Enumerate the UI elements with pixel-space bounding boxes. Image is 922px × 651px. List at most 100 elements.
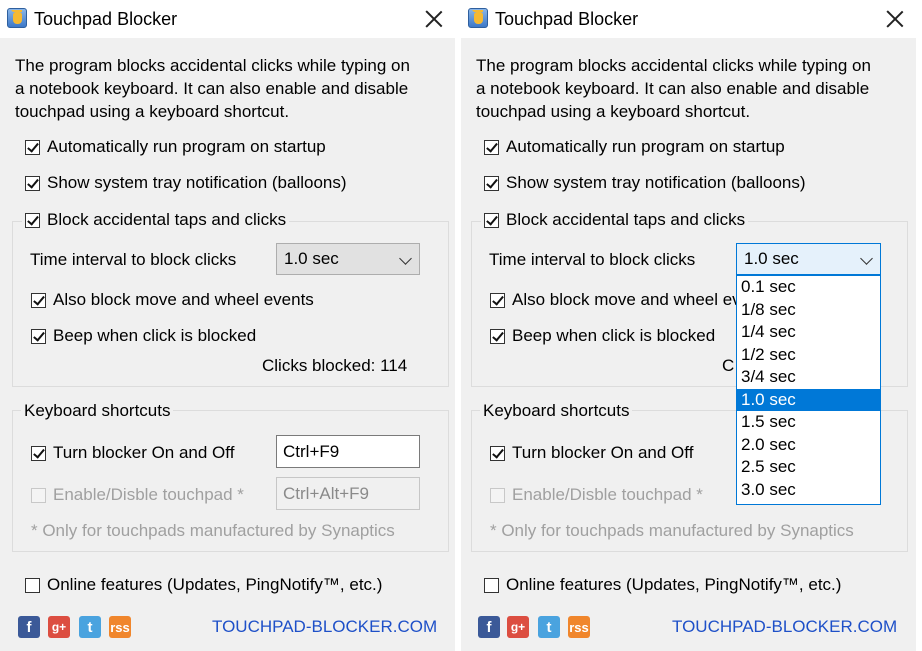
beep-label: Beep when click is blocked: [53, 326, 257, 345]
tray-notification-checkbox[interactable]: Show system tray notification (balloons): [25, 172, 347, 194]
time-interval-select[interactable]: 1.0 sec: [736, 243, 881, 275]
description-line: touchpad using a keyboard shortcut.: [15, 102, 290, 121]
twitter-icon[interactable]: t: [79, 616, 101, 638]
toggle-shortcut-input[interactable]: Ctrl+F9: [276, 435, 420, 468]
website-link[interactable]: TOUCHPAD-BLOCKER.COM: [212, 617, 437, 637]
checkmark-icon: [490, 292, 505, 308]
touchpad-blocker-window-dropdown-open: Touchpad Blocker The program blocks acci…: [461, 0, 916, 651]
checkmark-icon: [484, 212, 499, 228]
dropdown-option[interactable]: 2.0 sec: [737, 434, 880, 457]
shortcuts-group-label: Keyboard shortcuts: [21, 401, 174, 421]
toggle-shortcut-value: Ctrl+F9: [283, 441, 340, 461]
dropdown-option[interactable]: 1.5 sec: [737, 411, 880, 434]
tray-notification-label: Show system tray notification (balloons): [47, 173, 347, 192]
time-interval-value: 1.0 sec: [284, 249, 339, 268]
rss-icon[interactable]: rss: [568, 616, 590, 638]
checkmark-icon: [31, 292, 46, 308]
window-title: Touchpad Blocker: [495, 9, 639, 29]
description-line: touchpad using a keyboard shortcut.: [476, 102, 751, 121]
touchpad-shortcut-value: Ctrl+Alt+F9: [283, 483, 369, 503]
checkbox-icon: [25, 577, 40, 593]
dropdown-option[interactable]: 1/4 sec: [737, 321, 880, 344]
time-interval-value: 1.0 sec: [744, 249, 799, 268]
app-hand-icon: [468, 8, 488, 28]
block-taps-label: Block accidental taps and clicks: [506, 210, 746, 229]
online-features-checkbox[interactable]: Online features (Updates, PingNotify™, e…: [484, 574, 841, 596]
block-move-wheel-checkbox[interactable]: Also block move and wheel events: [490, 289, 773, 311]
facebook-icon[interactable]: f: [478, 616, 500, 638]
toggle-shortcut-label: Turn blocker On and Off: [512, 443, 694, 462]
title-bar: Touchpad Blocker: [461, 0, 916, 38]
checkbox-icon: [484, 577, 499, 593]
touchpad-shortcut-label: Enable/Disble touchpad *: [53, 485, 244, 504]
clicks-blocked-counter: C: [722, 356, 735, 375]
autorun-checkbox[interactable]: Automatically run program on startup: [25, 136, 326, 158]
autorun-label: Automatically run program on startup: [47, 137, 326, 156]
tray-notification-checkbox[interactable]: Show system tray notification (balloons): [484, 172, 806, 194]
beep-checkbox[interactable]: Beep when click is blocked: [31, 325, 256, 347]
dropdown-option[interactable]: 1/8 sec: [737, 299, 880, 322]
description-line: a notebook keyboard. It can also enable …: [15, 79, 409, 98]
checkmark-icon: [25, 175, 40, 191]
checkmark-icon: [490, 445, 505, 461]
checkbox-icon: [31, 487, 46, 503]
autorun-checkbox[interactable]: Automatically run program on startup: [484, 136, 785, 158]
block-move-wheel-checkbox[interactable]: Also block move and wheel events: [31, 289, 314, 311]
checkmark-icon: [31, 445, 46, 461]
time-interval-select[interactable]: 1.0 sec: [276, 243, 420, 275]
checkbox-icon: [490, 487, 505, 503]
rss-icon[interactable]: rss: [109, 616, 131, 638]
block-taps-checkbox[interactable]: Block accidental taps and clicks: [22, 209, 290, 231]
facebook-icon[interactable]: f: [18, 616, 40, 638]
toggle-shortcut-checkbox[interactable]: Turn blocker On and Off: [31, 442, 234, 464]
time-interval-label: Time interval to block clicks: [489, 250, 696, 269]
google-plus-icon[interactable]: g+: [48, 616, 70, 638]
clicks-blocked-counter: Clicks blocked: 114: [262, 356, 408, 375]
time-interval-dropdown-list: 0.1 sec 1/8 sec 1/4 sec 1/2 sec 3/4 sec …: [736, 275, 881, 505]
window-title: Touchpad Blocker: [34, 9, 178, 29]
checkmark-icon: [31, 328, 46, 344]
touchpad-shortcut-input[interactable]: Ctrl+Alt+F9: [276, 477, 420, 510]
block-move-wheel-label: Also block move and wheel events: [53, 290, 314, 309]
dropdown-option[interactable]: 0.1 sec: [737, 276, 880, 299]
time-interval-label: Time interval to block clicks: [30, 250, 237, 269]
toggle-shortcut-label: Turn blocker On and Off: [53, 443, 235, 462]
close-icon[interactable]: [425, 9, 443, 27]
block-move-wheel-label: Also block move and wheel events: [512, 290, 773, 309]
dropdown-option[interactable]: 1/2 sec: [737, 344, 880, 367]
autorun-label: Automatically run program on startup: [506, 137, 785, 156]
checkmark-icon: [25, 139, 40, 155]
toggle-shortcut-checkbox[interactable]: Turn blocker On and Off: [490, 442, 693, 464]
checkmark-icon: [484, 175, 499, 191]
touchpad-shortcut-checkbox[interactable]: Enable/Disble touchpad *: [31, 484, 244, 506]
dropdown-option[interactable]: 3/4 sec: [737, 366, 880, 389]
touchpad-shortcut-checkbox[interactable]: Enable/Disble touchpad *: [490, 484, 703, 506]
chevron-down-icon: [860, 252, 873, 265]
dropdown-option[interactable]: 2.5 sec: [737, 456, 880, 479]
checkmark-icon: [484, 139, 499, 155]
shortcuts-group-label: Keyboard shortcuts: [480, 401, 633, 421]
title-bar: Touchpad Blocker: [0, 0, 455, 38]
description: The program blocks accidental clicks whi…: [476, 54, 911, 123]
app-hand-icon: [7, 8, 27, 28]
tray-notification-label: Show system tray notification (balloons): [506, 173, 806, 192]
description: The program blocks accidental clicks whi…: [15, 54, 450, 123]
synaptics-note: * Only for touchpads manufactured by Syn…: [31, 521, 395, 540]
description-line: The program blocks accidental clicks whi…: [476, 56, 871, 75]
touchpad-shortcut-label: Enable/Disble touchpad *: [512, 485, 703, 504]
synaptics-note: * Only for touchpads manufactured by Syn…: [490, 521, 854, 540]
description-line: The program blocks accidental clicks whi…: [15, 56, 410, 75]
google-plus-icon[interactable]: g+: [507, 616, 529, 638]
beep-checkbox[interactable]: Beep when click is blocked: [490, 325, 715, 347]
online-features-label: Online features (Updates, PingNotify™, e…: [506, 575, 842, 594]
dropdown-option[interactable]: 1.0 sec: [737, 388, 880, 411]
block-taps-checkbox[interactable]: Block accidental taps and clicks: [481, 209, 749, 231]
website-link[interactable]: TOUCHPAD-BLOCKER.COM: [672, 617, 897, 637]
dropdown-option[interactable]: 3.0 sec: [737, 479, 880, 502]
online-features-checkbox[interactable]: Online features (Updates, PingNotify™, e…: [25, 574, 382, 596]
touchpad-blocker-window: Touchpad Blocker The program blocks acci…: [0, 0, 455, 651]
online-features-label: Online features (Updates, PingNotify™, e…: [47, 575, 383, 594]
checkmark-icon: [25, 212, 40, 228]
close-icon[interactable]: [886, 9, 904, 27]
twitter-icon[interactable]: t: [538, 616, 560, 638]
